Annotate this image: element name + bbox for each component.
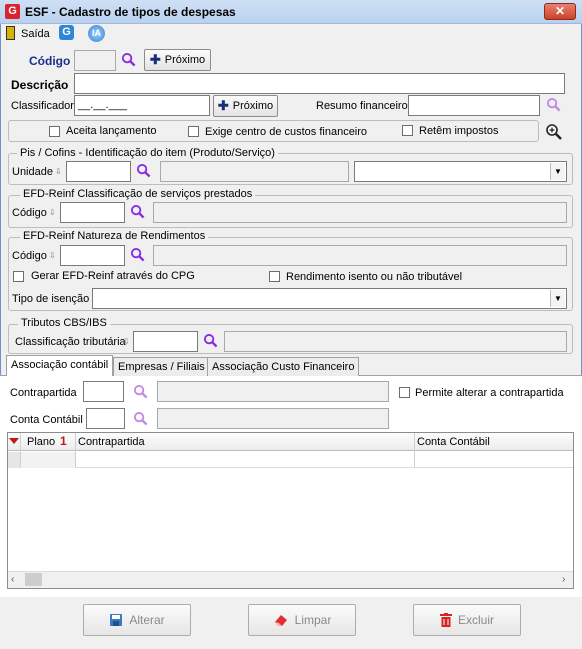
scroll-left-icon[interactable]: ‹ (11, 574, 14, 585)
classificador-proximo-button[interactable]: ✚ Próximo (213, 95, 278, 117)
permite-label: Permite alterar a contrapartida (415, 387, 564, 399)
tab-associacao-custo[interactable]: Associação Custo Financeiro (207, 357, 360, 376)
grid-cell[interactable] (21, 452, 75, 468)
trash-icon (439, 613, 452, 627)
chevron-down-icon[interactable]: ▼ (550, 163, 565, 180)
pis-group-title: Pis / Cofins - Identificação do item (Pr… (17, 147, 278, 159)
search-icon[interactable] (133, 411, 148, 426)
descricao-label: Descrição (11, 78, 69, 92)
efd-class-codigo-label: Código (12, 207, 47, 219)
permite-checkbox[interactable] (399, 387, 410, 398)
classificador-input[interactable]: __.__.___ (74, 95, 210, 116)
aceita-checkbox[interactable] (49, 126, 60, 137)
zoom-in-icon[interactable] (545, 123, 563, 141)
proximo-label: Próximo (164, 54, 206, 66)
retem-label: Retêm impostos (419, 125, 499, 137)
isento-checkbox[interactable] (269, 271, 280, 282)
limpar-label: Limpar (294, 613, 332, 627)
scroll-thumb[interactable] (25, 573, 42, 586)
codigo-input[interactable] (74, 50, 116, 71)
conta-description (157, 408, 389, 429)
conta-input[interactable] (86, 408, 125, 429)
search-icon[interactable] (133, 384, 148, 399)
classificacao-input[interactable] (133, 331, 198, 352)
gerar-checkbox[interactable] (13, 271, 24, 282)
efd-nat-title: EFD-Reinf Natureza de Rendimentos (20, 230, 209, 242)
proximo-label: Próximo (232, 100, 274, 112)
exige-label: Exige centro de custos financeiro (205, 126, 368, 138)
exige-checkbox[interactable] (188, 126, 199, 137)
unidade-input[interactable] (66, 161, 131, 182)
retem-checkbox[interactable] (402, 125, 413, 136)
proximo-button[interactable]: ✚ Próximo (144, 49, 211, 71)
efd-class-codigo-input[interactable] (60, 202, 125, 223)
save-icon (110, 614, 123, 626)
classificacao-description (224, 331, 567, 352)
horizontal-scrollbar[interactable] (8, 571, 573, 588)
row-indicator (8, 452, 20, 468)
classificacao-label: Classificação tributária (15, 336, 126, 348)
tab-empresas-filiais[interactable]: Empresas / Filiais (113, 357, 210, 376)
cbs-title: Tributos CBS/IBS (18, 317, 110, 329)
contrapartida-input[interactable] (83, 381, 124, 402)
isento-label: Rendimento isento ou não tributável (286, 271, 463, 283)
window-title: ESF - Cadastro de tipos de despesas (25, 5, 236, 19)
pin-icon: ⇩ (123, 337, 130, 346)
efd-class-description (153, 202, 567, 223)
tipo-isencao-select[interactable]: ▼ (92, 288, 567, 309)
search-icon[interactable] (136, 163, 151, 178)
excluir-button[interactable]: Excluir (413, 604, 521, 636)
codigo-label: Código (29, 54, 71, 68)
efd-nat-description (153, 245, 567, 266)
conta-label: Conta Contábil (10, 414, 83, 426)
classificador-label: Classificador (11, 100, 74, 112)
alterar-label: Alterar (129, 613, 165, 627)
chevron-down-icon[interactable]: ▼ (550, 290, 565, 307)
contrapartida-label: Contrapartida (10, 387, 77, 399)
col-conta-contabil[interactable]: Conta Contábil (417, 436, 490, 448)
efd-nat-codigo-input[interactable] (60, 245, 125, 266)
tab-associacao-contabil[interactable]: Associação contábil (6, 355, 114, 376)
search-icon[interactable] (546, 97, 561, 112)
efd-nat-codigo-label: Código (12, 250, 47, 262)
g-app-icon[interactable]: G (59, 25, 74, 40)
sort-icon[interactable]: 1 (60, 434, 67, 448)
search-icon[interactable] (121, 52, 136, 67)
close-button[interactable]: ✕ (544, 3, 576, 20)
search-icon[interactable] (203, 333, 218, 348)
pin-icon: ⇩ (49, 251, 56, 260)
tipo-isencao-label: Tipo de isenção (12, 293, 90, 305)
alterar-button[interactable]: Alterar (83, 604, 191, 636)
aceita-label: Aceita lançamento (66, 125, 157, 137)
unidade-label: Unidade (12, 166, 53, 178)
search-icon[interactable] (130, 247, 145, 262)
descricao-input[interactable] (74, 73, 565, 94)
pis-select[interactable]: ▼ (354, 161, 567, 182)
resumo-input[interactable] (408, 95, 540, 116)
col-plano[interactable]: Plano (27, 436, 55, 448)
plus-icon: ✚ (149, 52, 161, 67)
limpar-button[interactable]: Limpar (248, 604, 356, 636)
ia-button[interactable]: IA (88, 25, 105, 42)
scroll-right-icon[interactable]: › (562, 574, 565, 585)
grid-row[interactable] (8, 452, 573, 468)
eraser-icon (274, 615, 287, 626)
app-logo-icon: G (5, 4, 20, 19)
resumo-label: Resumo financeiro (316, 100, 408, 112)
exit-label[interactable]: Saída (21, 28, 50, 40)
exit-door-icon[interactable] (6, 26, 15, 40)
excluir-label: Excluir (457, 613, 494, 627)
efd-class-title: EFD-Reinf Classificação de serviços pres… (20, 188, 256, 200)
col-contrapartida[interactable]: Contrapartida (78, 436, 145, 448)
plus-icon: ✚ (217, 98, 229, 113)
unidade-description (160, 161, 349, 182)
pin-icon: ⇩ (55, 167, 62, 176)
filter-arrow-icon[interactable] (9, 438, 19, 444)
search-icon[interactable] (130, 204, 145, 219)
pin-icon: ⇩ (49, 208, 56, 217)
gerar-label: Gerar EFD-Reinf através do CPG (31, 270, 195, 282)
contrapartida-description (157, 381, 389, 402)
